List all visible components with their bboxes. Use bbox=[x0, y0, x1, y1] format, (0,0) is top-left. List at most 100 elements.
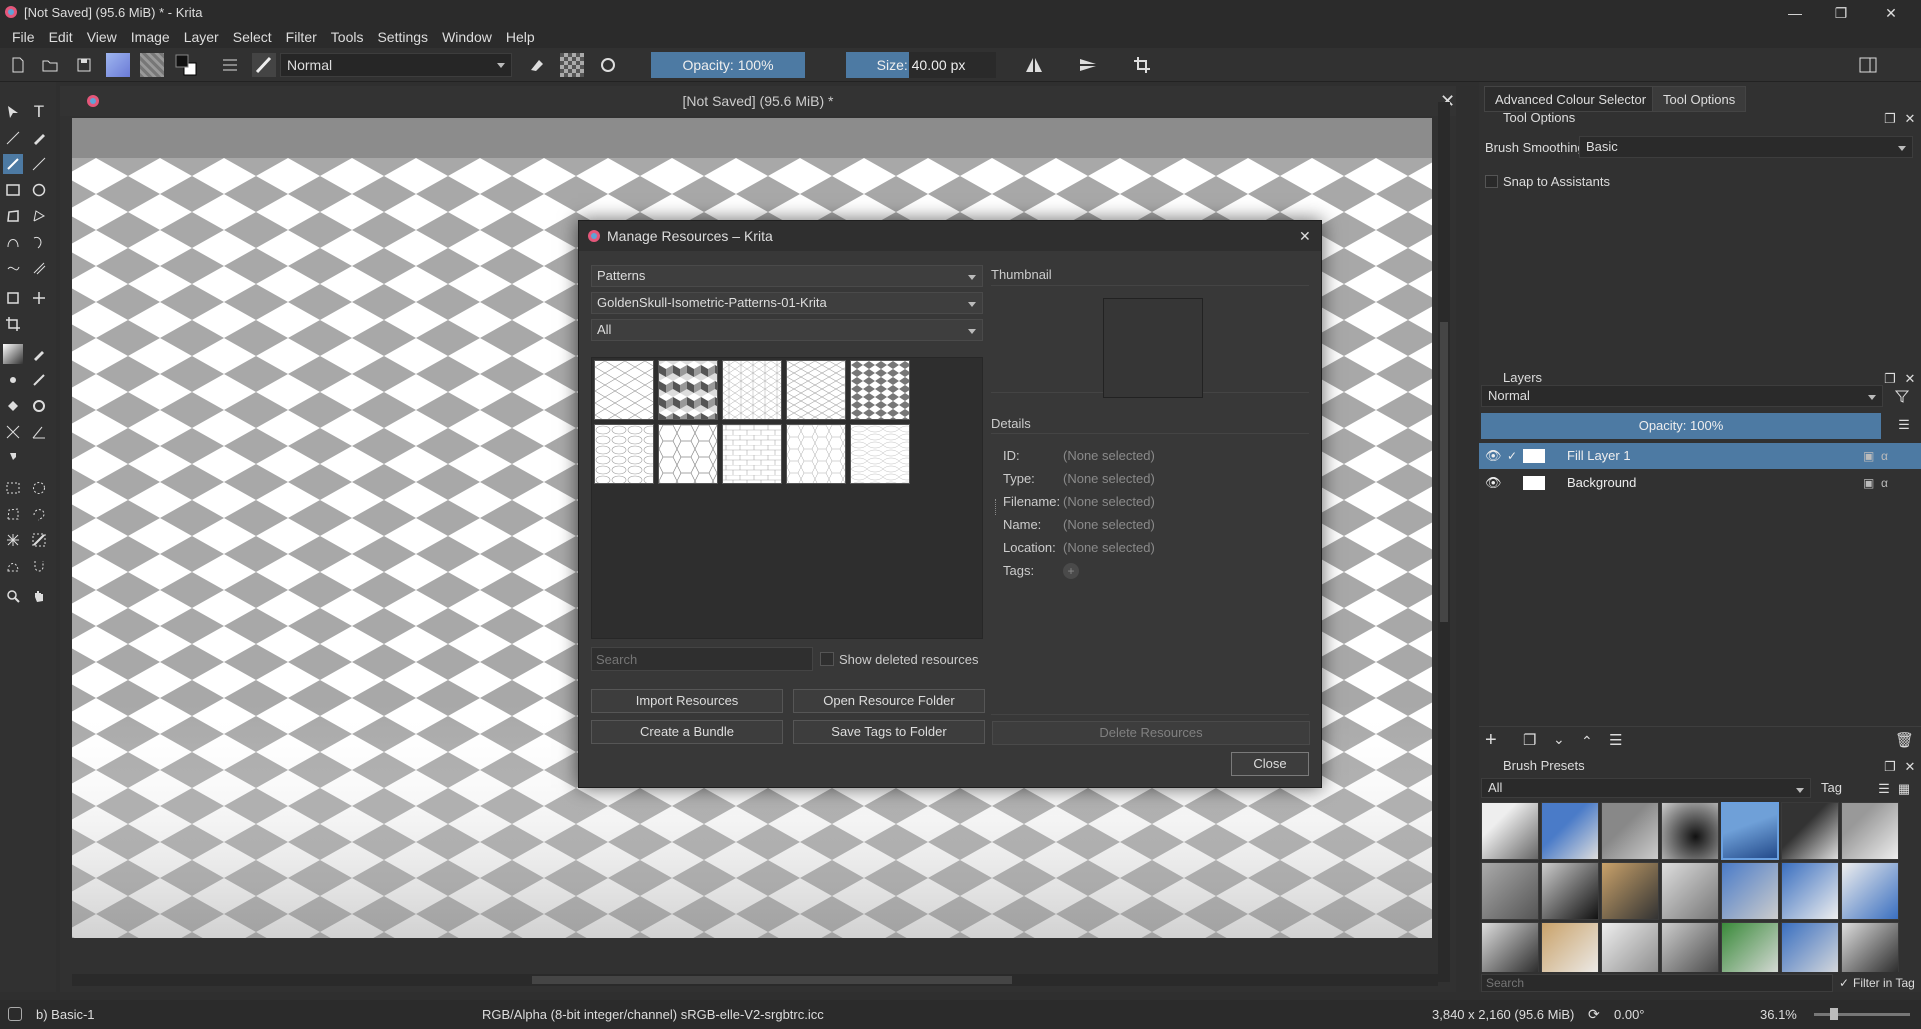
color-space[interactable]: RGB/Alpha (8-bit integer/channel) sRGB-e… bbox=[482, 1007, 824, 1022]
pattern-thumbnail[interactable] bbox=[594, 424, 654, 484]
filter-in-tag-checkbox[interactable]: ✓ bbox=[1839, 976, 1849, 990]
enclose-fill-icon[interactable] bbox=[29, 396, 49, 416]
close-panel-icon[interactable]: ✕ bbox=[1903, 372, 1917, 386]
brush-preset[interactable] bbox=[1781, 922, 1839, 972]
similar-select-icon[interactable] bbox=[29, 530, 49, 550]
reference-images-icon[interactable] bbox=[3, 448, 23, 468]
close-window-icon[interactable]: ✕ bbox=[1868, 0, 1914, 26]
brush-tag-select[interactable]: All bbox=[1481, 778, 1811, 798]
assistant-tool-icon[interactable] bbox=[29, 370, 49, 390]
rotation-value[interactable]: 0.00° bbox=[1614, 1007, 1645, 1022]
move-up-icon[interactable]: ⌃ bbox=[1581, 733, 1593, 750]
brush-preset[interactable] bbox=[1661, 862, 1719, 920]
eye-icon[interactable]: 👁 bbox=[1485, 470, 1502, 496]
reload-preset-icon[interactable] bbox=[596, 53, 620, 77]
dynamic-brush-icon[interactable] bbox=[3, 258, 23, 278]
add-layer-icon[interactable]: + bbox=[1485, 729, 1497, 752]
menu-file[interactable]: File bbox=[6, 26, 43, 48]
magnetic-select-icon[interactable] bbox=[29, 556, 49, 576]
brush-preset[interactable] bbox=[1601, 802, 1659, 860]
fill-tool-icon[interactable] bbox=[3, 396, 23, 416]
move-tool-icon[interactable] bbox=[29, 288, 49, 308]
brush-preset[interactable] bbox=[1541, 862, 1599, 920]
pan-tool-icon[interactable] bbox=[29, 586, 49, 606]
wrap-around-icon[interactable] bbox=[1130, 53, 1154, 77]
ellipse-select-icon[interactable] bbox=[29, 478, 49, 498]
brush-preset[interactable] bbox=[1781, 802, 1839, 860]
contiguous-select-icon[interactable] bbox=[3, 530, 23, 550]
alpha-icon[interactable]: α bbox=[1881, 443, 1888, 469]
select-shapes-icon[interactable] bbox=[3, 102, 23, 122]
layer-blend-select[interactable]: Normal bbox=[1481, 385, 1883, 407]
create-bundle-button[interactable]: Create a Bundle bbox=[591, 720, 783, 744]
save-document-icon[interactable] bbox=[72, 53, 96, 77]
move-down-icon[interactable]: ⌄ bbox=[1553, 731, 1565, 748]
polygon-tool-icon[interactable] bbox=[3, 206, 23, 226]
color-picker-icon[interactable] bbox=[29, 344, 49, 364]
tag-button[interactable]: Tag bbox=[1821, 780, 1842, 795]
new-document-icon[interactable] bbox=[6, 53, 30, 77]
brush-preset[interactable] bbox=[1781, 862, 1839, 920]
brush-preset[interactable] bbox=[1481, 802, 1539, 860]
zoom-slider-handle[interactable] bbox=[1830, 1008, 1838, 1020]
freehand-path-icon[interactable] bbox=[29, 232, 49, 252]
brush-preset[interactable] bbox=[1721, 802, 1779, 860]
measure-tool-icon[interactable] bbox=[29, 422, 49, 442]
freehand-select-icon[interactable] bbox=[29, 504, 49, 524]
zoom-tool-icon[interactable] bbox=[3, 586, 23, 606]
polyline-tool-icon[interactable] bbox=[29, 206, 49, 226]
menu-select[interactable]: Select bbox=[227, 26, 280, 48]
close-panel-icon[interactable]: ✕ bbox=[1903, 112, 1917, 126]
pattern-thumbnail[interactable] bbox=[722, 360, 782, 420]
freehand-brush-icon[interactable] bbox=[3, 154, 23, 174]
layer-row[interactable]: 👁 ✓ Fill Layer 1 ▣ α bbox=[1479, 443, 1921, 469]
settings-icon[interactable]: ▦ bbox=[1897, 782, 1911, 796]
close-panel-icon[interactable]: ✕ bbox=[1903, 760, 1917, 774]
crop-tool-icon[interactable] bbox=[3, 314, 23, 334]
layer-properties-icon[interactable]: ☰ bbox=[1609, 731, 1622, 749]
menu-edit[interactable]: Edit bbox=[43, 26, 81, 48]
brush-preset[interactable] bbox=[1541, 922, 1599, 972]
brush-preset[interactable] bbox=[1841, 862, 1899, 920]
alpha-icon[interactable]: α bbox=[1881, 470, 1888, 496]
brush-preset-icon[interactable] bbox=[252, 53, 276, 77]
delete-layer-icon[interactable]: 🗑 bbox=[1895, 731, 1914, 749]
zoom-slider[interactable] bbox=[1814, 1008, 1910, 1020]
brush-settings-icon[interactable] bbox=[218, 53, 242, 77]
bezier-select-icon[interactable] bbox=[3, 556, 23, 576]
assistant-editing-icon[interactable] bbox=[3, 422, 23, 442]
opacity-slider[interactable]: Opacity: 100% bbox=[651, 52, 805, 78]
lock-icon[interactable]: ▣ bbox=[1863, 443, 1874, 469]
pattern-thumbnail[interactable] bbox=[658, 360, 718, 420]
delete-resources-button[interactable]: Delete Resources bbox=[992, 721, 1310, 745]
rotate-icon[interactable]: ⟳ bbox=[1588, 1006, 1600, 1023]
text-tool-icon[interactable]: T bbox=[29, 102, 49, 122]
menu-tools[interactable]: Tools bbox=[325, 26, 372, 48]
rectangle-tool-icon[interactable] bbox=[3, 180, 23, 200]
save-tags-button[interactable]: Save Tags to Folder bbox=[793, 720, 985, 744]
preserve-alpha-icon[interactable] bbox=[560, 53, 584, 77]
brush-search-input[interactable] bbox=[1481, 974, 1833, 992]
menu-layer[interactable]: Layer bbox=[178, 26, 227, 48]
float-panel-icon[interactable]: ❐ bbox=[1883, 760, 1897, 774]
pattern-thumbnail[interactable] bbox=[786, 424, 846, 484]
menu-window[interactable]: Window bbox=[436, 26, 500, 48]
polygon-select-icon[interactable] bbox=[3, 504, 23, 524]
zoom-value[interactable]: 36.1% bbox=[1760, 1007, 1797, 1022]
brush-preset[interactable] bbox=[1601, 862, 1659, 920]
pattern-thumbnail[interactable] bbox=[658, 424, 718, 484]
filter-icon[interactable] bbox=[1895, 389, 1909, 403]
pattern-thumbnail[interactable] bbox=[594, 360, 654, 420]
duplicate-layer-icon[interactable]: ❐ bbox=[1523, 731, 1536, 749]
brush-preset[interactable] bbox=[1841, 802, 1899, 860]
float-panel-icon[interactable]: ❐ bbox=[1883, 372, 1897, 386]
edit-shapes-icon[interactable] bbox=[3, 128, 23, 148]
brush-smoothing-select[interactable]: Basic bbox=[1579, 136, 1913, 158]
line-tool-icon[interactable] bbox=[29, 154, 49, 174]
layer-row[interactable]: 👁 Background ▣ α bbox=[1479, 470, 1921, 496]
brush-preset[interactable] bbox=[1601, 922, 1659, 972]
gradient-tool-icon[interactable] bbox=[3, 344, 23, 364]
horizontal-scrollbar[interactable] bbox=[72, 974, 1438, 986]
view-mode-icon[interactable]: ☰ bbox=[1877, 782, 1891, 796]
workspace-icon[interactable] bbox=[1856, 53, 1880, 77]
